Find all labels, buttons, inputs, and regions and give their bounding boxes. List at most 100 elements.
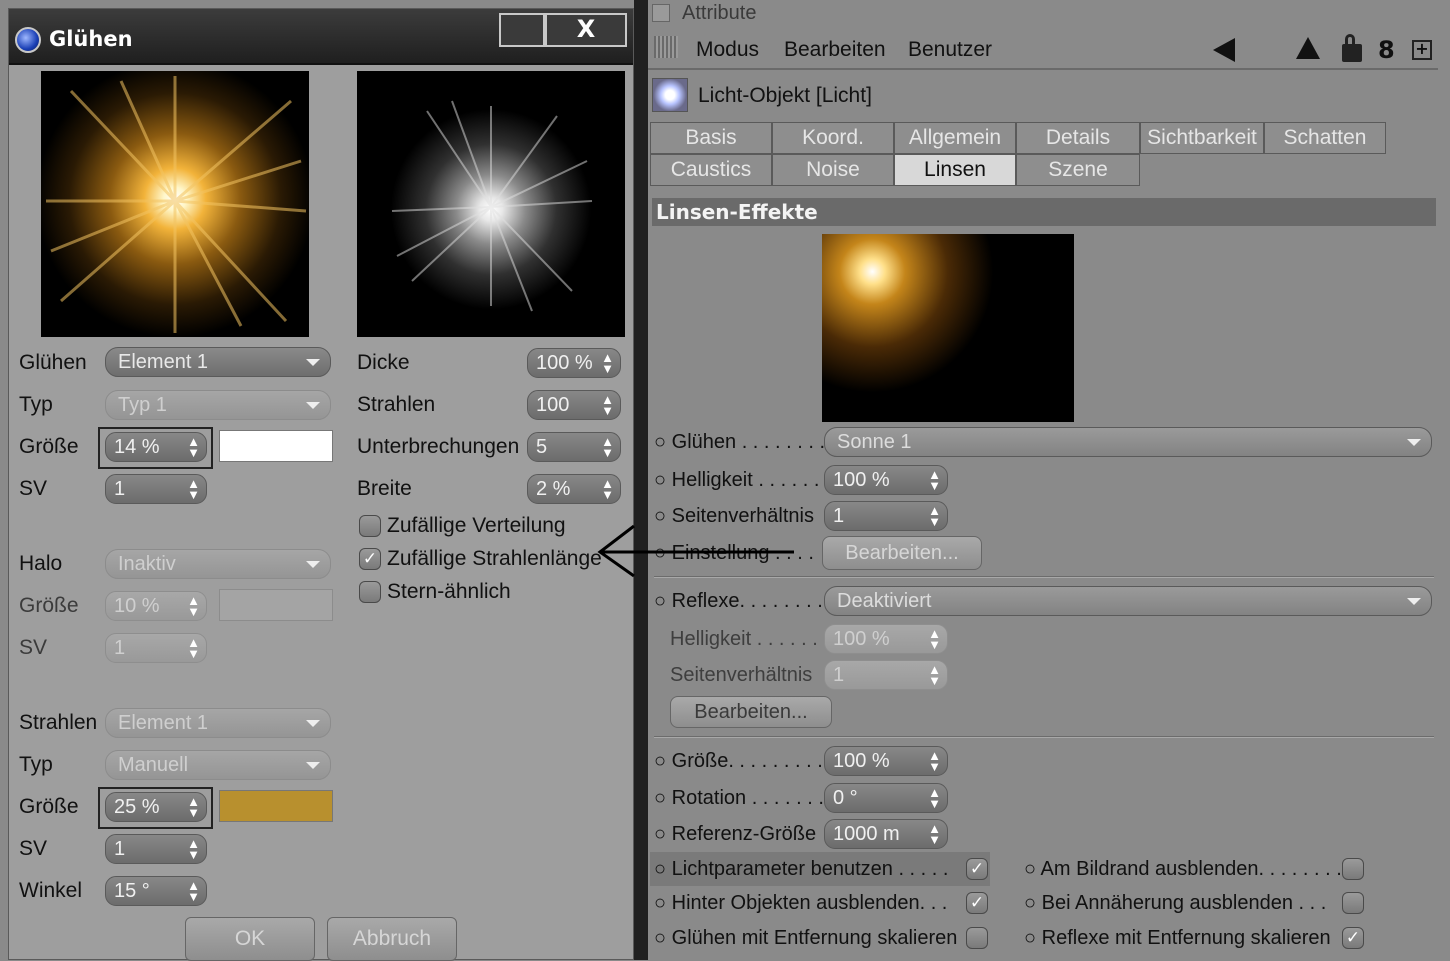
reflexe-helligkeit-spinner[interactable]: 100 % ▲ ▼ <box>824 624 948 654</box>
spinner-arrows-icon[interactable]: ▲ ▼ <box>187 837 200 861</box>
rotation-spinner[interactable]: 0 ° ▲ ▼ <box>824 783 948 813</box>
star-preview-image <box>357 71 625 337</box>
ok-button[interactable]: OK <box>185 917 315 961</box>
tab-linsen[interactable]: Linsen <box>894 154 1016 186</box>
halo-color-swatch[interactable] <box>219 589 333 621</box>
spinner-arrows-icon[interactable]: ▲ ▼ <box>928 749 941 773</box>
groesse-spinner[interactable]: 14 % ▲ ▼ <box>105 432 207 462</box>
winkel-spinner[interactable]: 15 ° ▲ ▼ <box>105 876 207 906</box>
close-button[interactable]: X <box>545 13 627 47</box>
zufaellige-strahlenlaenge-checkbox[interactable]: ✓ <box>359 548 381 570</box>
helligkeit-spinner[interactable]: 100 % ▲ ▼ <box>824 465 948 495</box>
referenz-groesse-spinner[interactable]: 1000 m ▲ ▼ <box>824 819 948 849</box>
tab-sichtbarkeit[interactable]: Sichtbarkeit <box>1140 122 1264 154</box>
seitenverhaeltnis-spinner[interactable]: 1 ▲ ▼ <box>824 501 948 531</box>
rotation-label-text: Rotation . . . . . . . <box>671 787 824 809</box>
tab-schatten[interactable]: Schatten <box>1264 122 1386 154</box>
menu-modus[interactable]: Modus <box>696 38 759 62</box>
strahlen-dropdown[interactable]: Element 1 <box>105 708 331 738</box>
tab-noise[interactable]: Noise <box>772 154 894 186</box>
chevron-down-icon <box>306 720 320 727</box>
lichtparameter-label: ○ Lichtparameter benutzen . . . . . <box>654 858 949 880</box>
spinner-arrows-icon[interactable]: ▲ ▼ <box>928 786 941 810</box>
reflexe-bearbeiten-button[interactable]: Bearbeiten... <box>670 696 832 728</box>
lock-icon[interactable] <box>1342 34 1362 62</box>
dicke-spinner[interactable]: 100 % ▲ ▼ <box>527 348 621 378</box>
spinner-arrows-icon[interactable]: ▲ ▼ <box>187 594 200 618</box>
link-icon[interactable]: 8 <box>1378 36 1395 64</box>
tab-allgemein[interactable]: Allgemein <box>894 122 1016 154</box>
tab-basis[interactable]: Basis <box>650 122 772 154</box>
spinner-arrows-icon[interactable]: ▲ ▼ <box>187 879 200 903</box>
gluehen-dropdown-value: Element 1 <box>118 351 209 373</box>
tab-szene[interactable]: Szene <box>1016 154 1140 186</box>
spinner-arrows-icon[interactable]: ▲ ▼ <box>601 393 614 417</box>
strahlen-sv-spinner[interactable]: 1 ▲ ▼ <box>105 834 207 864</box>
halo-dropdown[interactable]: Inaktiv <box>105 549 331 579</box>
spinner-arrows-icon[interactable]: ▲ ▼ <box>928 663 941 687</box>
spinner-arrows-icon[interactable]: ▲ ▼ <box>601 477 614 501</box>
panel-checkbox[interactable] <box>652 4 670 22</box>
breite-label: Breite <box>357 477 412 500</box>
halo-groesse-spinner[interactable]: 10 % ▲ ▼ <box>105 591 207 621</box>
menu-bearbeiten[interactable]: Bearbeiten <box>784 38 886 62</box>
spinner-arrows-icon[interactable]: ▲ ▼ <box>928 627 941 651</box>
panel-divider <box>634 0 648 960</box>
spinner-arrows-icon[interactable]: ▲ ▼ <box>187 636 200 660</box>
halo-sv-spinner[interactable]: 1 ▲ ▼ <box>105 633 207 663</box>
strahlen-groesse-spinner[interactable]: 25 % ▲ ▼ <box>105 792 207 822</box>
spinner-arrows-icon[interactable]: ▲ ▼ <box>928 468 941 492</box>
tab-koord[interactable]: Koord. <box>772 122 894 154</box>
chevron-down-icon <box>1407 598 1421 605</box>
spinner-arrows-icon[interactable]: ▲ ▼ <box>928 504 941 528</box>
strahlen-typ-value: Manuell <box>118 754 189 776</box>
rays-color-swatch[interactable] <box>219 790 333 822</box>
spinner-arrows-icon[interactable]: ▲ ▼ <box>187 477 200 501</box>
breite-spinner[interactable]: 2 % ▲ ▼ <box>527 474 621 504</box>
gluehen-param-dropdown[interactable]: Sonne 1 <box>824 427 1432 457</box>
section-header[interactable]: Linsen-Effekte <box>652 198 1436 226</box>
dicke-label: Dicke <box>357 351 410 374</box>
einstellung-bearbeiten-button[interactable]: Bearbeiten... <box>822 536 982 570</box>
rotation-label: ○ Rotation . . . . . . . <box>654 787 824 809</box>
spinner-arrows-icon[interactable]: ▲ ▼ <box>187 435 200 459</box>
chevron-down-icon <box>306 561 320 568</box>
spinner-arrows-icon[interactable]: ▲ ▼ <box>187 795 200 819</box>
bildrand-checkbox[interactable] <box>1342 858 1364 880</box>
reflexe-seitenverhaeltnis-spinner[interactable]: 1 ▲ ▼ <box>824 660 948 690</box>
typ-dropdown[interactable]: Typ 1 <box>105 390 331 420</box>
tab-details[interactable]: Details <box>1016 122 1140 154</box>
reflexe-dropdown[interactable]: Deaktiviert <box>824 586 1432 616</box>
tab-caustics[interactable]: Caustics <box>650 154 772 186</box>
grip-icon[interactable] <box>654 36 678 58</box>
bildrand-label: ○ Am Bildrand ausblenden. . . . . . . . <box>1024 858 1342 880</box>
back-arrow-icon[interactable] <box>1213 38 1235 62</box>
menu-benutzer[interactable]: Benutzer <box>908 38 992 62</box>
strahlen-typ-dropdown[interactable]: Manuell <box>105 750 331 780</box>
spinner-arrows-icon[interactable]: ▲ ▼ <box>928 822 941 846</box>
dialog-titlebar[interactable]: Glühen X <box>9 9 633 65</box>
up-arrow-icon[interactable] <box>1296 37 1320 59</box>
unterbrechungen-spinner[interactable]: 5 ▲ ▼ <box>527 432 621 462</box>
title-spacer-button <box>499 13 545 47</box>
glow-color-swatch[interactable] <box>219 430 333 462</box>
stern-aehnlich-checkbox[interactable] <box>359 581 381 603</box>
groesse-label: Größe <box>19 435 79 458</box>
spinner-arrows-icon[interactable]: ▲ ▼ <box>601 351 614 375</box>
zufaellige-verteilung-checkbox[interactable] <box>359 515 381 537</box>
reflexe-helligkeit-value: 100 % <box>833 628 890 650</box>
gluehen-dropdown[interactable]: Element 1 <box>105 347 331 377</box>
abbruch-button[interactable]: Abbruch <box>327 917 457 961</box>
gluehen-entfernung-checkbox[interactable] <box>966 927 988 949</box>
new-window-icon[interactable]: + <box>1412 40 1432 60</box>
strahlen-anzahl-spinner[interactable]: 100 ▲ ▼ <box>527 390 621 420</box>
dicke-value: 100 % <box>536 352 593 374</box>
reflexe-entfernung-checkbox[interactable]: ✓ <box>1342 927 1364 949</box>
annaeherung-checkbox[interactable] <box>1342 892 1364 914</box>
lichtparameter-checkbox[interactable]: ✓ <box>966 858 988 880</box>
hinter-objekten-checkbox[interactable]: ✓ <box>966 892 988 914</box>
attribute-title: Attribute <box>682 2 757 24</box>
groesse-param-spinner[interactable]: 100 % ▲ ▼ <box>824 746 948 776</box>
sv-spinner[interactable]: 1 ▲ ▼ <box>105 474 207 504</box>
spinner-arrows-icon[interactable]: ▲ ▼ <box>601 435 614 459</box>
